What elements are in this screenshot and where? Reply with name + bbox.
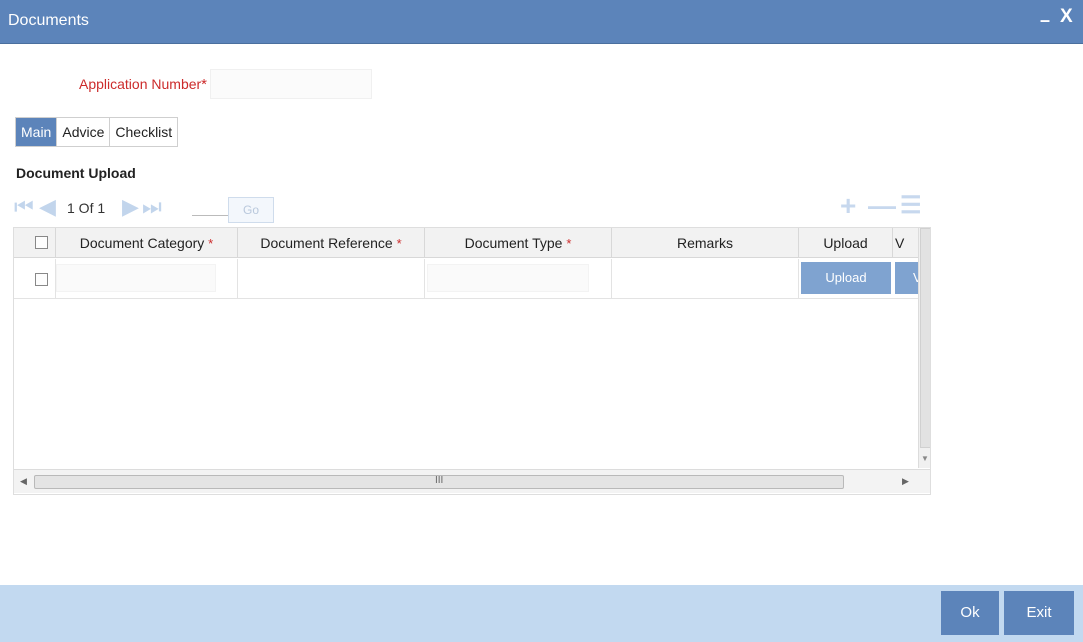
go-button[interactable]: Go	[228, 197, 274, 223]
horizontal-scroll-thumb[interactable]: III	[34, 475, 844, 489]
scroll-right-icon[interactable]: ▶	[902, 476, 909, 487]
window-title: Documents	[8, 12, 89, 29]
select-all-cell	[14, 228, 56, 258]
column-label: V	[895, 235, 905, 251]
section-title: Document Upload	[16, 165, 136, 181]
column-label: Document Category	[79, 235, 205, 251]
row-select-cell	[14, 259, 56, 299]
row-checkbox[interactable]	[35, 273, 48, 286]
remarks-cell	[612, 259, 799, 299]
required-mark: *	[566, 236, 572, 251]
next-page-icon[interactable]: ▶	[122, 196, 139, 218]
horizontal-scrollbar[interactable]: ◀ III ▶	[14, 469, 930, 493]
document-reference-cell	[238, 259, 425, 299]
page-info: 1 Of 1	[67, 200, 106, 216]
close-icon[interactable]: X	[1060, 6, 1073, 28]
ok-button[interactable]: Ok	[941, 591, 999, 635]
first-page-icon[interactable]: ⏮	[14, 196, 34, 218]
application-number-input[interactable]	[210, 69, 372, 99]
document-category-input[interactable]	[56, 264, 216, 292]
title-bar: Documents – X	[0, 0, 1083, 44]
single-view-icon[interactable]: ☰	[900, 192, 922, 220]
exit-button[interactable]: Exit	[1004, 591, 1074, 635]
column-label: Remarks	[676, 235, 733, 251]
column-label: Document Type	[464, 235, 563, 251]
tab-main[interactable]: Main	[16, 118, 58, 146]
document-reference-input[interactable]	[242, 264, 422, 292]
column-label: Upload	[823, 235, 868, 251]
tab-checklist[interactable]: Checklist	[110, 118, 177, 146]
column-header-document-type[interactable]: Document Type *	[425, 228, 612, 258]
scroll-grip: III	[435, 475, 444, 486]
grid-toolbar: ⏮ ◀ 1 Of 1 ▶ ⏭ Go + — ☰	[12, 192, 932, 224]
column-header-upload[interactable]: Upload	[799, 228, 893, 258]
previous-page-icon[interactable]: ◀	[39, 196, 56, 218]
remarks-input[interactable]	[616, 264, 796, 292]
document-type-input[interactable]	[427, 264, 589, 292]
column-header-view[interactable]: V	[893, 228, 918, 258]
grid-header: Document Category * Document Reference *…	[14, 228, 918, 258]
footer-bar: Ok Exit	[0, 585, 1083, 642]
scroll-left-icon[interactable]: ◀	[20, 476, 27, 487]
column-header-remarks[interactable]: Remarks	[612, 228, 799, 258]
column-label: Document Reference	[260, 235, 393, 251]
application-number-label: Application Number*	[79, 76, 207, 93]
tab-advice[interactable]: Advice	[57, 118, 111, 146]
upload-button[interactable]: Upload	[801, 262, 891, 294]
vertical-scroll-thumb[interactable]	[920, 228, 930, 448]
add-row-icon[interactable]: +	[840, 192, 856, 220]
application-number-label-text: Application Number	[79, 76, 202, 92]
delete-row-icon[interactable]: —	[868, 192, 896, 220]
last-page-icon[interactable]: ⏭	[142, 196, 162, 218]
required-mark: *	[201, 76, 208, 93]
document-grid: Document Category * Document Reference *…	[13, 227, 931, 495]
table-row: Upload View	[14, 259, 930, 299]
page-number-input[interactable]	[192, 214, 230, 216]
column-header-document-category[interactable]: Document Category *	[56, 228, 238, 258]
scroll-down-icon[interactable]: ▼	[921, 454, 929, 463]
document-type-cell	[425, 259, 612, 299]
required-mark: *	[396, 236, 402, 251]
minimize-icon[interactable]: –	[1040, 10, 1050, 31]
column-header-document-reference[interactable]: Document Reference *	[238, 228, 425, 258]
required-mark: *	[208, 236, 214, 251]
document-category-cell	[56, 259, 238, 299]
select-all-checkbox[interactable]	[35, 236, 48, 249]
tab-bar: Main Advice Checklist	[15, 117, 179, 147]
vertical-scrollbar[interactable]: ▼	[918, 228, 930, 468]
